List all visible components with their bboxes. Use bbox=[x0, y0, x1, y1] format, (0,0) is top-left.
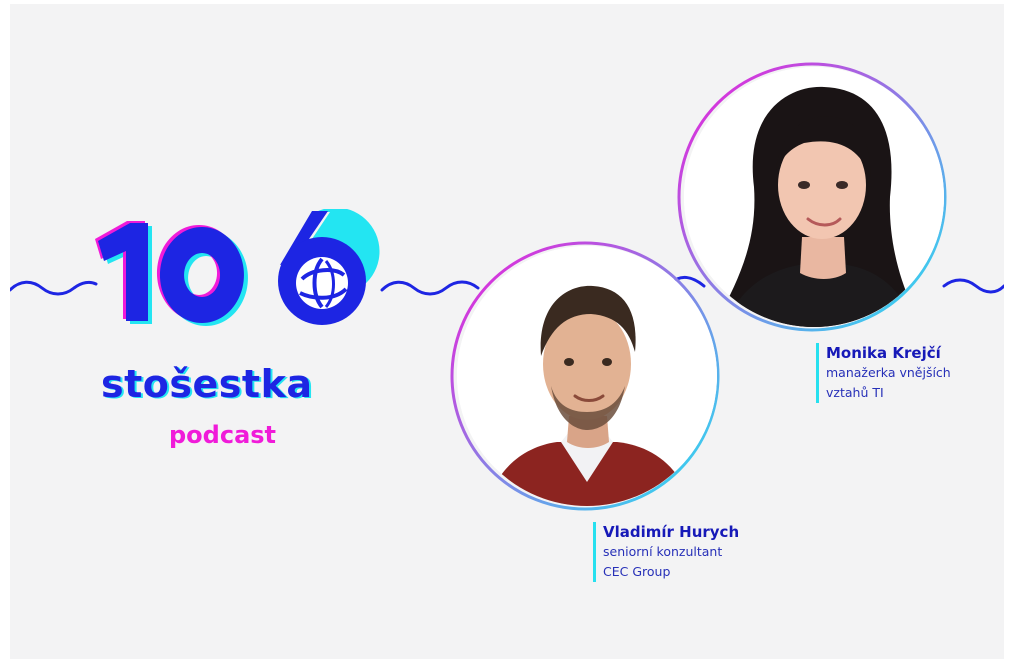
guest-organization: vztahů TI bbox=[826, 385, 884, 400]
brand-name: stošestka bbox=[101, 362, 313, 406]
guest-name: Vladimír Hurych bbox=[603, 523, 740, 541]
guest-organization: CEC Group bbox=[603, 564, 671, 579]
logo-106 bbox=[95, 209, 380, 326]
brand-subtitle: podcast bbox=[169, 421, 277, 449]
portrait-vladimir bbox=[457, 246, 717, 506]
guest-role: manažerka vnějších bbox=[826, 365, 951, 380]
guest-role: seniorní konzultant bbox=[603, 544, 723, 559]
podcast-banner: stošestka podcast Monika Krejčí manažerk… bbox=[10, 4, 1004, 659]
man-portrait-photo bbox=[457, 246, 717, 506]
caption-monika: Monika Krejčí manažerka vnějších vztahů … bbox=[816, 343, 951, 403]
transparency-international-globe-icon bbox=[296, 257, 348, 309]
guest-name: Monika Krejčí bbox=[826, 344, 941, 362]
caption-vladimir: Vladimír Hurych seniorní konzultant CEC … bbox=[593, 522, 740, 582]
